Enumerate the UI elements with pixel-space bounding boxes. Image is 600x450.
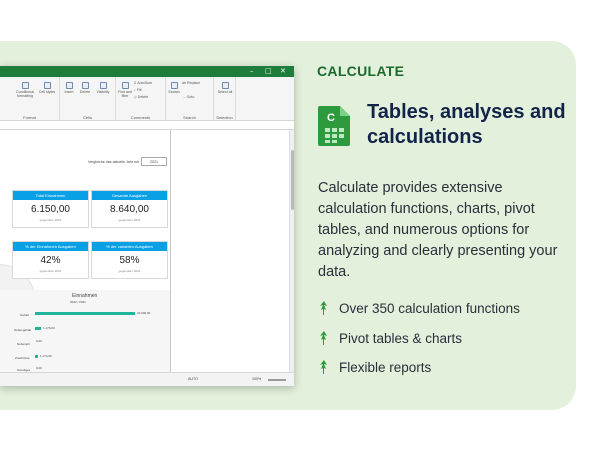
chart-value: 1.174,00 (40, 354, 52, 358)
feature-item: Over 350 calculation functions (318, 301, 520, 317)
kpi-sub: gegenüber 2021 (39, 218, 62, 222)
chart-value: 21.000,00 (137, 311, 151, 315)
chart-legend: 2022 / 2021 (70, 300, 86, 304)
ribbon-item-insert[interactable]: Insert (62, 82, 76, 94)
chart-row-label: Gehalt (20, 313, 29, 317)
kpi-value: 42% (40, 255, 61, 266)
compare-year-field[interactable]: 2021 (141, 157, 167, 166)
leaf-bullet-icon (320, 360, 327, 374)
chart-bar (35, 355, 38, 358)
formula-bar[interactable] (0, 122, 294, 130)
chart-value: 0,00 (36, 366, 42, 370)
ribbon-item-replace[interactable]: ab Replace (182, 81, 212, 85)
kpi-card: % der Einnahmen Ausgaben 42% gegenüber 2… (12, 241, 89, 279)
ribbon-item-clear[interactable]: ◇ Delete (134, 95, 164, 99)
calculate-app-icon: C (318, 106, 350, 146)
ribbon-item-cell-styles[interactable]: Cell styles (38, 82, 56, 94)
kpi-header: % der Einnahmen Ausgaben (13, 242, 88, 251)
leaf-bullet-icon (320, 331, 327, 345)
ribbon-group-comments: Find and filter Σ AutoSum ↓ Fill ◇ Delet… (116, 77, 166, 121)
kpi-value: 8.640,00 (110, 204, 149, 215)
close-icon[interactable]: ✕ (280, 67, 286, 76)
ribbon-item-autosum[interactable]: Σ AutoSum (134, 81, 164, 85)
delete-icon (81, 82, 89, 89)
kpi-value: 6.150,00 (31, 204, 70, 215)
maximize-icon[interactable]: □ (265, 67, 272, 76)
column-divider (170, 130, 171, 372)
chart-bar (35, 327, 41, 330)
kpi-header: Gesamte Ausgaben (92, 191, 167, 200)
ribbon-item-goto[interactable]: → Goto (182, 95, 212, 99)
kpi-card: % der variablen Ausgaben 58% gegenüber 2… (91, 241, 168, 279)
status-cell-mode[interactable]: AUTO (188, 377, 198, 381)
section-tag: CALCULATE (317, 63, 405, 79)
ribbon-group-format: Conditional formatting Cell styles Forma… (0, 77, 60, 121)
kpi-sub: gegenüber 2021 (39, 269, 62, 273)
window-titlebar: – □ ✕ (0, 66, 294, 77)
income-chart: Einnahmen 2022 / 2021 Gehalt 21.000,00 N… (0, 290, 170, 372)
ribbon-group-label: Search (183, 115, 196, 120)
feature-item: Flexible reports (318, 360, 431, 376)
ribbon-item-search[interactable]: Search (168, 82, 180, 94)
chart-row-label: Zuschüsse (15, 356, 30, 360)
chart-value: 1.176,00 (43, 326, 55, 330)
conditional-format-icon (21, 82, 29, 89)
scroll-thumb[interactable] (291, 150, 294, 210)
kpi-sub: gegenüber 2021 (118, 269, 141, 273)
ribbon-item-fill[interactable]: ↓ Fill (134, 88, 164, 92)
zoom-level[interactable]: 100% (252, 377, 261, 381)
ribbon-item-delete[interactable]: Delete (78, 82, 92, 94)
zoom-slider[interactable] (268, 379, 286, 381)
spreadsheet-window: – □ ✕ Conditional formatting Cell styles… (0, 66, 294, 386)
vertical-scrollbar[interactable] (289, 130, 294, 372)
kpi-header: % der variablen Ausgaben (92, 242, 167, 251)
kpi-card: Total Einnahmen 6.150,00 gegenüber 2021 (12, 190, 89, 228)
section-title: Tables, analyses and calculations (367, 101, 566, 148)
find-filter-icon (121, 82, 129, 89)
select-all-icon (221, 82, 229, 89)
feature-label: Flexible reports (339, 360, 432, 375)
chart-row-label: Nebenjob (17, 342, 30, 346)
chart-bar (35, 312, 135, 315)
ribbon: Conditional formatting Cell styles Forma… (0, 77, 294, 121)
ribbon-item-conditional[interactable]: Conditional formatting (14, 82, 36, 98)
cell-styles-icon (43, 82, 51, 89)
search-icon (170, 82, 178, 89)
ribbon-group-cells: Insert Delete Visibility Cells (60, 77, 116, 121)
feature-item: Pivot tables & charts (318, 331, 462, 347)
leaf-bullet-icon (320, 301, 327, 315)
kpi-header: Total Einnahmen (13, 191, 88, 200)
ribbon-group-selection: Select all Selection (214, 77, 236, 121)
ribbon-group-label: Selection (216, 115, 233, 120)
chart-title: Einnahmen (72, 293, 98, 299)
kpi-sub: gegenüber 2021 (118, 218, 141, 222)
ribbon-group-search: Search ab Replace → Goto Search (166, 77, 214, 121)
chart-value: 0,00 (36, 339, 42, 343)
insert-icon (65, 82, 73, 89)
ribbon-group-label: Cells (83, 115, 92, 120)
chart-row-label: Nebengehalt (14, 328, 32, 332)
kpi-value: 58% (119, 255, 140, 266)
compare-label: Vergleiche das aktuelle Jahr mit (88, 160, 139, 164)
feature-label: Pivot tables & charts (339, 331, 463, 346)
section-description: Calculate provides extensive calculation… (318, 180, 558, 280)
ribbon-group-label: Format (23, 115, 36, 120)
minimize-icon[interactable]: – (250, 67, 254, 76)
svg-text:C: C (327, 112, 335, 124)
kpi-card: Gesamte Ausgaben 8.640,00 gegenüber 2021 (91, 190, 168, 228)
status-bar: AUTO 100% (0, 372, 294, 386)
ribbon-item-find[interactable]: Find and filter (118, 82, 132, 98)
feature-label: Over 350 calculation functions (339, 301, 520, 316)
ribbon-item-visibility[interactable]: Visibility (94, 82, 112, 94)
visibility-icon (99, 82, 107, 89)
ribbon-group-label: Comments (130, 115, 151, 120)
ribbon-item-select-all[interactable]: Select all (216, 82, 234, 94)
worksheet[interactable]: Vergleiche das aktuelle Jahr mit 2021 To… (0, 130, 289, 372)
